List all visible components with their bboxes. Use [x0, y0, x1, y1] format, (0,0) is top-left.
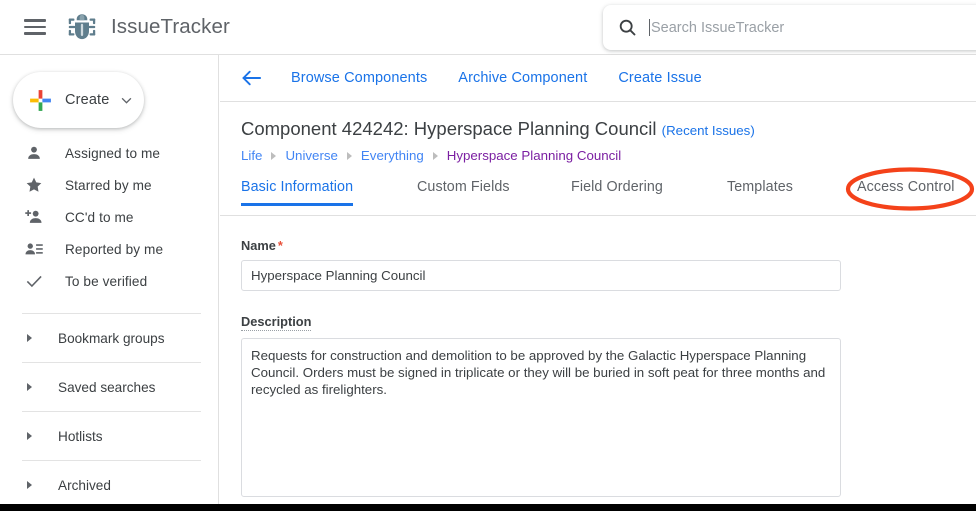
sidebar-item-starred-by-me[interactable]: Starred by me [0, 169, 218, 201]
sidebar-group-saved-searches[interactable]: Saved searches [0, 363, 218, 411]
name-input[interactable] [241, 260, 841, 291]
sidebar-group-archived[interactable]: Archived [0, 461, 218, 504]
top-app-bar: IssueTracker Search IssueTracker [0, 0, 976, 55]
recent-issues-link[interactable]: (Recent Issues) [662, 123, 755, 138]
archive-component-link[interactable]: Archive Component [458, 70, 587, 86]
contact-list-icon [25, 243, 43, 255]
text-cursor [649, 19, 650, 36]
star-icon [26, 177, 42, 192]
breadcrumb-item-life[interactable]: Life [241, 148, 262, 163]
name-field-label: Name * [241, 238, 283, 253]
sidebar-item-label: CC'd to me [65, 209, 134, 225]
page-title: Component 424242: Hyperspace Planning Co… [241, 118, 976, 140]
horizontal-scrollbar[interactable] [0, 504, 976, 511]
tab-basic-information[interactable]: Basic Information [241, 179, 354, 206]
sidebar-item-ccd-to-me[interactable]: CC'd to me [0, 201, 218, 233]
breadcrumb-separator-icon [346, 151, 352, 160]
hamburger-bar [24, 32, 46, 35]
component-header: Component 424242: Hyperspace Planning Co… [220, 102, 976, 163]
component-tabs: Basic Information Custom Fields Field Or… [220, 167, 976, 216]
sidebar-group-label: Hotlists [58, 428, 103, 444]
required-asterisk: * [277, 238, 283, 253]
search-input[interactable]: Search IssueTracker [603, 5, 976, 50]
sidebar-item-reported-by-me[interactable]: Reported by me [0, 233, 218, 265]
sidebar-group-label: Archived [58, 477, 111, 493]
description-textarea[interactable]: Requests for construction and demolition… [241, 338, 841, 497]
main-content: Browse Components Archive Component Crea… [220, 55, 976, 504]
breadcrumb-item-everything[interactable]: Everything [361, 148, 424, 163]
description-field-label: Description [241, 314, 312, 331]
sidebar-nav-list: Assigned to me Starred by me CC'd to me [0, 137, 218, 504]
hamburger-menu-icon[interactable] [24, 19, 46, 35]
google-plus-icon [30, 89, 51, 111]
bug-logo-icon[interactable] [65, 10, 99, 44]
create-button[interactable]: Create [13, 72, 144, 128]
sidebar-item-label: Assigned to me [65, 145, 161, 161]
sidebar-group-label: Saved searches [58, 379, 156, 395]
breadcrumb: Life Universe Everything Hyperspace Plan… [241, 148, 976, 163]
search-container: Search IssueTracker [603, 5, 976, 50]
page-title-text: Component 424242: Hyperspace Planning Co… [241, 118, 657, 139]
sidebar-item-label: Reported by me [65, 241, 164, 257]
breadcrumb-separator-icon [432, 151, 438, 160]
hamburger-bar [24, 19, 46, 22]
chevron-down-icon [122, 97, 132, 104]
breadcrumb-item-universe[interactable]: Universe [285, 148, 337, 163]
triangle-right-icon [27, 432, 32, 440]
triangle-right-icon [27, 481, 32, 489]
left-sidebar: Create Assigned to me Starred by me CC'd… [0, 55, 219, 504]
sidebar-group-label: Bookmark groups [58, 330, 165, 346]
browse-components-link[interactable]: Browse Components [291, 70, 427, 86]
tab-access-control[interactable]: Access Control [857, 179, 955, 205]
sidebar-item-to-be-verified[interactable]: To be verified [0, 265, 218, 297]
tab-field-ordering[interactable]: Field Ordering [571, 179, 663, 205]
tab-custom-fields[interactable]: Custom Fields [417, 179, 510, 205]
component-action-bar: Browse Components Archive Component Crea… [220, 55, 976, 102]
sidebar-item-label: To be verified [65, 273, 148, 289]
breadcrumb-item-current[interactable]: Hyperspace Planning Council [447, 148, 621, 163]
search-placeholder: Search IssueTracker [651, 19, 785, 36]
basic-information-form: Name* Description Requests for construct… [220, 216, 976, 497]
name-label-text: Name [241, 238, 276, 253]
sidebar-item-label: Starred by me [65, 177, 152, 193]
create-issue-link[interactable]: Create Issue [618, 70, 701, 86]
issuetracker-app: IssueTracker Search IssueTracker Create [0, 0, 976, 511]
hamburger-bar [24, 25, 46, 29]
sidebar-item-assigned-to-me[interactable]: Assigned to me [0, 137, 218, 169]
tab-templates[interactable]: Templates [727, 179, 793, 205]
sidebar-group-hotlists[interactable]: Hotlists [0, 412, 218, 460]
brand-title: IssueTracker [111, 15, 230, 38]
person-icon [28, 146, 40, 159]
triangle-right-icon [27, 334, 32, 342]
breadcrumb-separator-icon [271, 151, 277, 160]
check-icon [26, 275, 42, 288]
search-icon [619, 19, 636, 36]
create-button-label: Create [65, 92, 110, 108]
triangle-right-icon [27, 383, 32, 391]
back-arrow-icon[interactable] [241, 69, 263, 87]
sidebar-group-bookmark-groups[interactable]: Bookmark groups [0, 314, 218, 362]
person-add-icon [25, 210, 42, 223]
